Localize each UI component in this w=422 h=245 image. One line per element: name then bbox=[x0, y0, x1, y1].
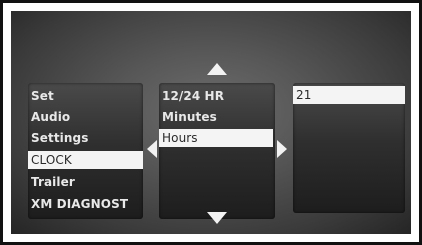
submenu-item-minutes[interactable]: Minutes bbox=[162, 108, 275, 126]
display-screen: Set Audio Settings CLOCK Trailer XM DIAG… bbox=[11, 11, 411, 234]
down-arrow-icon[interactable] bbox=[207, 212, 227, 224]
menu-item-settings[interactable]: Settings bbox=[31, 129, 143, 147]
hours-value[interactable]: 21 bbox=[293, 86, 405, 104]
up-arrow-icon[interactable] bbox=[207, 63, 227, 75]
display-frame: Set Audio Settings CLOCK Trailer XM DIAG… bbox=[0, 0, 422, 245]
clock-submenu-panel: 12/24 HR Minutes Hours bbox=[159, 83, 275, 219]
value-panel: 21 bbox=[293, 83, 405, 213]
menu-item-set[interactable]: Set bbox=[31, 87, 143, 105]
right-chevron-icon[interactable] bbox=[277, 140, 287, 158]
menu-item-trailer[interactable]: Trailer bbox=[31, 173, 143, 191]
submenu-item-12-24-hr[interactable]: 12/24 HR bbox=[162, 87, 275, 105]
menu-item-xm-diagnost[interactable]: XM DIAGNOST bbox=[31, 195, 143, 213]
left-chevron-icon[interactable] bbox=[147, 140, 157, 158]
menu-item-audio[interactable]: Audio bbox=[31, 108, 143, 126]
submenu-item-hours[interactable]: Hours bbox=[159, 129, 273, 147]
menu-item-clock[interactable]: CLOCK bbox=[28, 151, 143, 169]
main-menu-panel: Set Audio Settings CLOCK Trailer XM DIAG… bbox=[28, 83, 143, 219]
